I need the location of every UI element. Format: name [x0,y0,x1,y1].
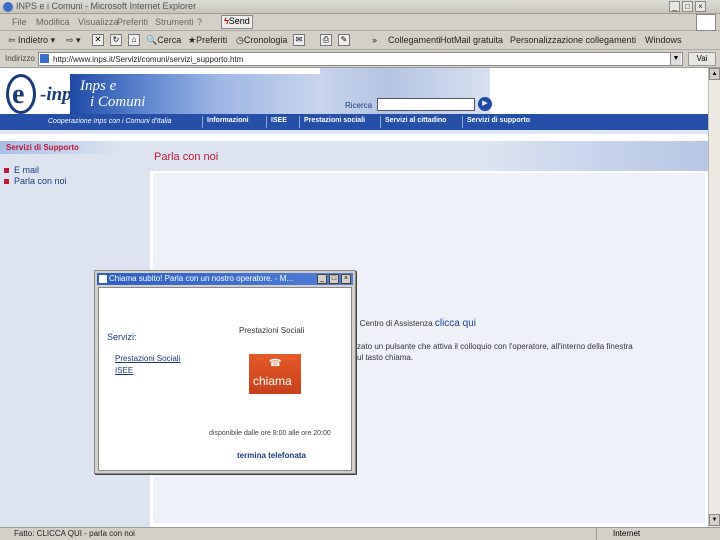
nav-informazioni[interactable]: Informazioni [202,116,253,128]
status-bar: Fatto: CLICCA QUI - parla con noi Intern… [0,527,720,540]
nav-isee[interactable]: ISEE [266,116,291,128]
link-hotmail[interactable]: HotMail gratuita [440,35,503,45]
vertical-scrollbar[interactable]: ▲ ▼ [708,68,720,527]
site-nav: Cooperazione Inps con i Comuni d'Italia … [0,114,708,130]
edit-icon[interactable]: ✎ [338,34,350,46]
sidebar-heading: Servizi di Supporto [0,141,120,154]
menu-strumenti[interactable]: Strumenti [155,17,194,27]
scroll-up-icon[interactable]: ▲ [709,68,720,80]
menu-file[interactable]: File [12,17,27,27]
chiama-button[interactable]: ☎ chiama [249,354,301,394]
security-zone: Internet [596,528,708,540]
chiama-label: chiama [253,374,292,388]
address-label: Indirizzo [5,54,35,63]
popup-close-button[interactable]: × [341,274,351,284]
sidebar-item-email[interactable]: E mail [4,165,39,175]
ie-logo-icon [3,2,13,12]
main-line1: e Centro di Assistenza clicca qui [353,318,476,329]
page-icon [40,54,49,63]
links-label[interactable]: Collegamenti [388,35,441,45]
back-label: Indietro [18,35,49,45]
site-tagline: Cooperazione Inps con i Comuni d'Italia [48,118,172,125]
toolbar-chevron[interactable]: » [372,35,377,45]
search-label: Cerca [157,35,182,45]
link-windows[interactable]: Windows [645,35,682,45]
window-title: INPS e i Comuni - Microsoft Internet Exp… [16,1,197,11]
menubar: File Modifica Visualizza Preferiti Strum… [0,14,720,31]
history-label: Cronologia [243,35,288,45]
mail-icon[interactable]: ✉ [293,34,305,46]
popup-titlebar: Chiama subito! Parla con un nostro opera… [97,273,353,285]
go-button[interactable]: Vai [688,52,716,66]
chiama-popup-window: Chiama subito! Parla con un nostro opera… [94,270,356,474]
favorites-button[interactable]: ★Preferiti [188,35,227,46]
favorites-label: Preferiti [196,35,228,45]
search-go-icon[interactable]: ▶ [478,97,492,111]
toolbar: ⇦ Indietro ▾ ⇨ ▾ ✕ ↻ ⌂ 🔍Cerca ★Preferiti… [0,31,720,50]
site-search-label: Ricerca [345,101,373,110]
stop-icon[interactable]: ✕ [92,34,104,46]
send-label: Send [228,16,250,26]
sidebar-item-parla[interactable]: Parla con noi [4,176,67,186]
popup-title: Chiama subito! Parla con un nostro opera… [109,274,294,283]
print-icon[interactable]: ⎙ [320,34,332,46]
servizi-label: Servizi: [107,332,137,342]
main-line3: sul tasto chiama. [353,353,414,362]
windows-flag-icon [696,14,716,31]
nav-servizi-supporto[interactable]: Servizi di supporto [462,116,534,128]
window-titlebar: INPS e i Comuni - Microsoft Internet Exp… [0,0,720,14]
nav-underline [0,130,708,134]
link-personalize[interactable]: Personalizzazione collegamenti [510,35,636,45]
main-heading-bar: Parla con noi [150,141,708,171]
popup-minimize-button[interactable]: _ [317,274,327,284]
sidebar-item-label: E mail [14,165,40,175]
brand-line1: Inps e [80,78,117,94]
popup-maximize-button[interactable]: □ [329,274,339,284]
menu-visualizza[interactable]: Visualizza [78,17,118,27]
address-dropdown[interactable]: ▼ [670,53,681,65]
search-button[interactable]: 🔍Cerca [146,35,181,46]
page-title: Parla con noi [154,151,219,163]
brand-banner: Inps e i Comuni [70,74,320,118]
forward-button[interactable]: ⇨ ▾ [66,35,81,46]
service-link-isee[interactable]: ISEE [115,366,133,375]
menu-modifica[interactable]: Modifica [36,17,70,27]
home-icon[interactable]: ⌂ [128,34,140,46]
status-message: Fatto: CLICCA QUI - parla con noi [14,529,135,538]
brand-line2: i Comuni [90,94,146,110]
main-line1-prefix: e Centro di Assistenza [353,319,433,328]
back-button[interactable]: ⇦ Indietro ▾ [8,35,55,46]
inps-logo[interactable]: e [6,74,36,114]
scroll-down-icon[interactable]: ▼ [709,514,720,526]
nav-prestazioni-sociali[interactable]: Prestazioni sociali [299,116,369,128]
selected-service: Prestazioni Sociali [239,326,305,335]
site-header: e -inps Inps e i Comuni Ricerca ▶ Cooper… [0,68,708,130]
send-button[interactable]: ϟSend [221,15,253,29]
address-bar: Indirizzo http://www.inps.it/Servizi/com… [0,50,720,68]
menu-help[interactable]: ? [197,17,202,27]
phone-icon: ☎ [269,358,282,369]
popup-body: Servizi: Prestazioni Sociali ISEE Presta… [98,287,352,471]
popup-window-icon [99,275,107,283]
nav-servizi-cittadino[interactable]: Servizi al cittadino [380,116,450,128]
refresh-icon[interactable]: ↻ [110,34,122,46]
end-call-link[interactable]: termina telefonata [237,451,306,460]
internet-zone-label: Internet [613,529,641,538]
main-line2: zzato un pulsante che attiva il colloqui… [353,342,633,351]
site-search-input[interactable] [377,98,475,111]
menu-preferiti[interactable]: Preferiti [117,17,148,27]
service-link-prestazioni[interactable]: Prestazioni Sociali [115,354,180,363]
availability-text: disponibile dalle ore 8:00 alle ore 20:0… [209,430,331,437]
close-button[interactable]: × [695,1,706,12]
bullet-icon [4,168,9,174]
logo-letter: e [12,79,25,110]
sidebar-item-label: Parla con noi [14,176,67,186]
bullet-icon [4,179,9,185]
history-button[interactable]: ◷Cronologia [236,35,287,46]
maximize-button[interactable]: □ [682,1,693,12]
address-input[interactable]: http://www.inps.it/Servizi/comuni/serviz… [38,52,683,66]
click-here-link[interactable]: clicca qui [435,318,476,329]
minimize-button[interactable]: _ [669,1,680,12]
